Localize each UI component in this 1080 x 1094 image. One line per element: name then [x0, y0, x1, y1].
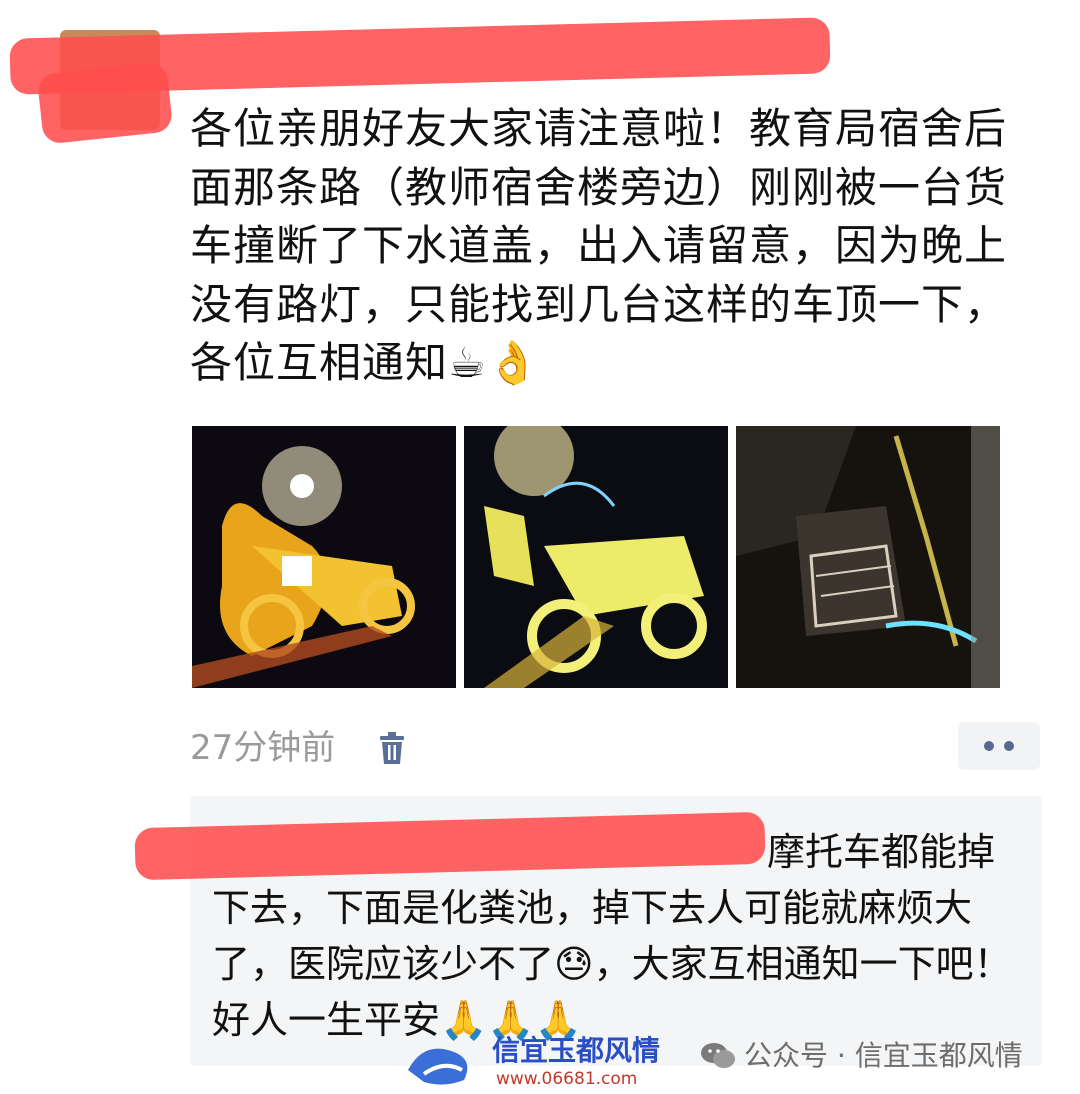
dot-icon: [984, 741, 994, 751]
dot-icon: [1004, 741, 1014, 751]
photo-2[interactable]: [464, 426, 728, 688]
wechat-icon: [701, 1043, 735, 1068]
photo-3[interactable]: [736, 426, 1000, 688]
more-button[interactable]: [958, 722, 1040, 770]
photo-1[interactable]: [192, 426, 456, 688]
redaction-scribble: [36, 61, 174, 145]
comment-body: 下去，下面是化粪池，掉下去人可能就麻烦大了，医院应该少不了😓，大家互相通知一下吧…: [212, 886, 1012, 1042]
watermark-logo-text: 信宜玉都风情: [492, 1034, 660, 1067]
watermark-account-text: 公众号 · 信宜玉都风情: [744, 1039, 1023, 1072]
photo-grid: [192, 426, 1006, 688]
watermark-account: 公众号 · 信宜玉都风情: [700, 1036, 1023, 1076]
post-text: 各位亲朋好友大家请注意啦！教育局宿舍后面那条路（教师宿舍楼旁边）刚刚被一台货车撞…: [190, 104, 1008, 387]
post-timestamp: 27分钟前: [190, 728, 336, 768]
delete-icon[interactable]: [378, 732, 406, 766]
watermark-logo-url: www.06681.com: [496, 1069, 637, 1089]
watermark-logo: 信宜玉都风情 www.06681.com: [404, 1030, 684, 1090]
